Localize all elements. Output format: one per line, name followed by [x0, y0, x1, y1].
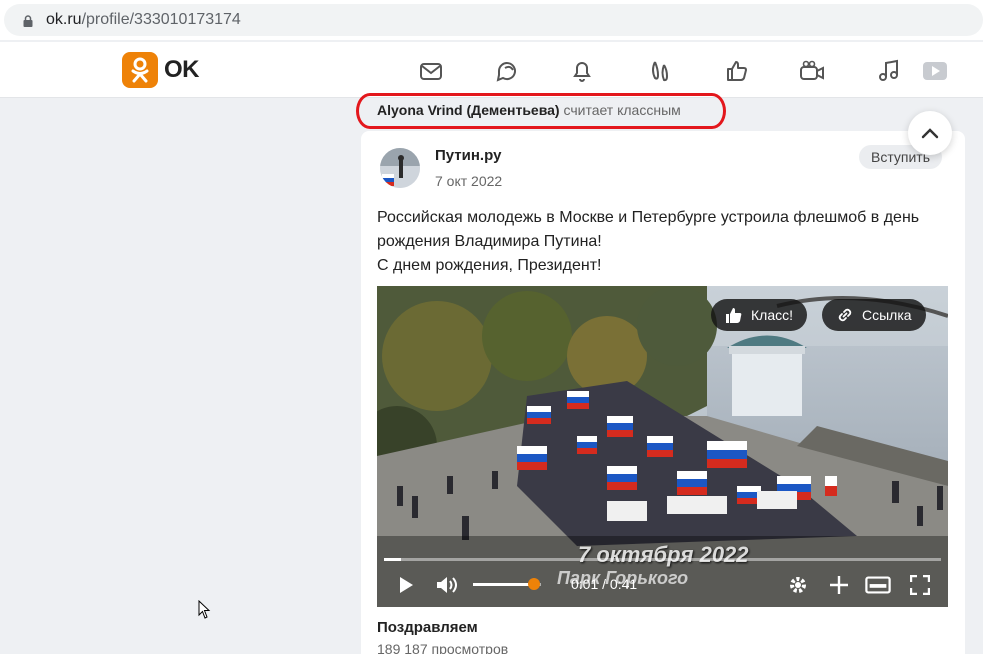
site-header: OK	[0, 42, 983, 98]
volume-icon	[437, 577, 457, 593]
url-host: ok.ru	[46, 11, 82, 28]
group-name[interactable]: Путин.ру	[435, 147, 501, 164]
link-icon	[838, 308, 852, 322]
miniplayer-button[interactable]	[865, 572, 891, 598]
post-text: Российская молодежь в Москве и Петербург…	[377, 206, 947, 278]
group-avatar[interactable]	[380, 148, 420, 188]
ok-logo-icon	[122, 52, 158, 88]
settings-button[interactable]	[785, 572, 811, 598]
miniplayer-icon	[865, 576, 891, 594]
guests-icon[interactable]	[645, 56, 675, 86]
plus-icon	[830, 576, 848, 594]
chat-icon[interactable]	[492, 56, 522, 86]
ok-logo[interactable]: OK	[122, 52, 200, 88]
video-player[interactable]: Класс! Ссылка 7 октября 2022 Парк Горько…	[377, 286, 948, 607]
post-text-line: С днем рождения, Президент!	[377, 257, 602, 274]
left-column	[0, 99, 358, 654]
bell-icon[interactable]	[567, 56, 597, 86]
video-time: 0:01 / 0:41	[571, 576, 638, 592]
post-date[interactable]: 7 окт 2022	[435, 173, 502, 189]
volume-button[interactable]	[434, 572, 460, 598]
fullscreen-button[interactable]	[907, 572, 933, 598]
video-like-button[interactable]: Класс!	[711, 299, 807, 331]
logo-text: OK	[164, 56, 200, 83]
mail-icon[interactable]	[416, 56, 446, 86]
music-icon[interactable]	[874, 56, 904, 86]
post-text-line: Российская молодежь в Москве и Петербург…	[377, 209, 920, 226]
browser-toolbar: ok.ru/profile/333010173174	[0, 0, 983, 40]
gear-icon	[790, 577, 806, 593]
scroll-up-button[interactable]	[908, 111, 952, 155]
video-share-button[interactable]: Ссылка	[822, 299, 926, 331]
play-icon	[400, 577, 413, 593]
right-column	[965, 99, 983, 654]
video-camera-icon[interactable]	[797, 56, 827, 86]
video-share-label: Ссылка	[862, 307, 912, 323]
play-button[interactable]	[393, 572, 419, 598]
post-text-line: рождения Владимира Путина!	[377, 233, 602, 250]
lock-icon	[23, 15, 33, 27]
video-like-label: Класс!	[751, 307, 793, 323]
url-path: /profile/333010173174	[81, 11, 241, 28]
chevron-up-icon	[921, 128, 939, 139]
video-overlay-date: 7 октября 2022	[578, 542, 749, 567]
view-count: 189 187 просмотров	[377, 641, 509, 654]
add-button[interactable]	[826, 572, 852, 598]
highlight-outline	[356, 93, 726, 129]
url-text: ok.ru/profile/333010173174	[46, 11, 241, 29]
fullscreen-icon	[910, 575, 930, 595]
like-icon[interactable]	[722, 56, 752, 86]
volume-fill	[473, 583, 535, 586]
video-progress-bar[interactable]	[384, 558, 941, 561]
like-icon	[726, 308, 742, 323]
address-bar[interactable]: ok.ru/profile/333010173174	[4, 4, 983, 36]
mouse-cursor-icon	[198, 600, 211, 619]
video-title[interactable]: Поздравляем	[377, 619, 478, 636]
play-icon[interactable]	[920, 56, 950, 86]
video-progress-fill	[384, 558, 401, 561]
